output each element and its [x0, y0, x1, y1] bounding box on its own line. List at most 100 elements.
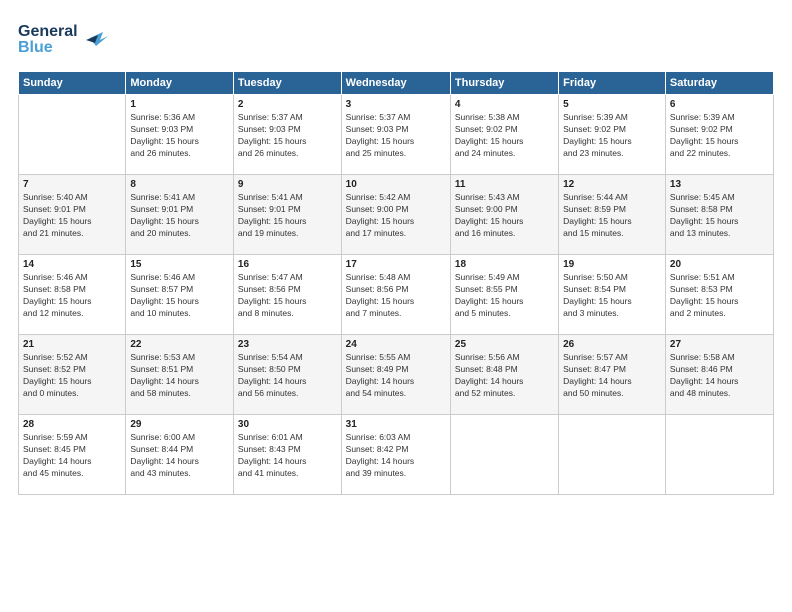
calendar-day-cell: 7 Sunrise: 5:40 AM Sunset: 9:01 PM Daylig… — [19, 175, 126, 255]
day-number: 29 — [130, 419, 229, 430]
calendar-day-cell: 4Sunrise: 5:38 AM Sunset: 9:02 PM Daylig… — [450, 95, 558, 175]
calendar-day-cell: 21 Sunrise: 5:52 AM Sunset: 8:52 PM Dayli… — [19, 335, 126, 415]
day-of-week-header: Saturday — [665, 72, 773, 95]
day-info: Sunrise: 6:01 AM Sunset: 8:43 PM Dayligh… — [238, 432, 337, 480]
day-number: 3 — [346, 99, 446, 110]
day-info: Sunrise: 5:37 AM Sunset: 9:03 PM Dayligh… — [238, 112, 337, 160]
calendar-day-cell: 2 Sunrise: 5:37 AM Sunset: 9:03 PM Daylig… — [233, 95, 341, 175]
day-number: 26 — [563, 339, 661, 350]
calendar-day-cell: 18 Sunrise: 5:49 AM Sunset: 8:55 PM Dayli… — [450, 255, 558, 335]
calendar-day-cell: 23 Sunrise: 5:54 AM Sunset: 8:50 PM Dayli… — [233, 335, 341, 415]
day-info: Sunrise: 5:56 AM Sunset: 8:48 PM Dayligh… — [455, 352, 554, 400]
calendar-week-row: 1 Sunrise: 5:36 AM Sunset: 9:03 PM Daylig… — [19, 95, 774, 175]
day-number: 6 — [670, 99, 769, 110]
day-number: 25 — [455, 339, 554, 350]
day-info: Sunrise: 5:47 AM Sunset: 8:56 PM Dayligh… — [238, 272, 337, 320]
day-info: Sunrise: 5:40 AM Sunset: 9:01 PM Dayligh… — [23, 192, 121, 240]
day-info: Sunrise: 6:00 AM Sunset: 8:44 PM Dayligh… — [130, 432, 229, 480]
calendar-day-cell: 27Sunrise: 5:58 AM Sunset: 8:46 PM Dayli… — [665, 335, 773, 415]
calendar-day-cell: 22 Sunrise: 5:53 AM Sunset: 8:51 PM Dayli… — [126, 335, 234, 415]
day-info: Sunrise: 5:55 AM Sunset: 8:49 PM Dayligh… — [346, 352, 446, 400]
day-info: Sunrise: 5:49 AM Sunset: 8:55 PM Dayligh… — [455, 272, 554, 320]
day-info: Sunrise: 5:57 AM Sunset: 8:47 PM Dayligh… — [563, 352, 661, 400]
day-number: 16 — [238, 259, 337, 270]
calendar-day-cell: 3 Sunrise: 5:37 AM Sunset: 9:03 PM Daylig… — [341, 95, 450, 175]
calendar-day-cell: 28Sunrise: 5:59 AM Sunset: 8:45 PM Dayli… — [19, 415, 126, 495]
day-number: 27 — [670, 339, 769, 350]
calendar-day-cell: 17Sunrise: 5:48 AM Sunset: 8:56 PM Dayli… — [341, 255, 450, 335]
calendar-day-cell: 20 Sunrise: 5:51 AM Sunset: 8:53 PM Dayli… — [665, 255, 773, 335]
day-number: 12 — [563, 179, 661, 190]
logo-text: General Blue — [18, 18, 108, 63]
day-info: Sunrise: 5:41 AM Sunset: 9:01 PM Dayligh… — [130, 192, 229, 240]
calendar-day-cell: 30 Sunrise: 6:01 AM Sunset: 8:43 PM Dayli… — [233, 415, 341, 495]
svg-text:Blue: Blue — [18, 39, 53, 56]
calendar-day-cell: 14Sunrise: 5:46 AM Sunset: 8:58 PM Dayli… — [19, 255, 126, 335]
calendar-day-cell: 8 Sunrise: 5:41 AM Sunset: 9:01 PM Daylig… — [126, 175, 234, 255]
logo: General Blue — [18, 18, 108, 63]
day-info: Sunrise: 5:52 AM Sunset: 8:52 PM Dayligh… — [23, 352, 121, 400]
day-info: Sunrise: 5:36 AM Sunset: 9:03 PM Dayligh… — [130, 112, 229, 160]
day-info: Sunrise: 5:37 AM Sunset: 9:03 PM Dayligh… — [346, 112, 446, 160]
svg-text:General: General — [18, 23, 78, 40]
calendar-day-cell — [665, 415, 773, 495]
calendar-day-cell: 31 Sunrise: 6:03 AM Sunset: 8:42 PM Dayli… — [341, 415, 450, 495]
day-of-week-header: Thursday — [450, 72, 558, 95]
day-number: 10 — [346, 179, 446, 190]
calendar-day-cell: 29 Sunrise: 6:00 AM Sunset: 8:44 PM Dayli… — [126, 415, 234, 495]
calendar-day-cell: 24 Sunrise: 5:55 AM Sunset: 8:49 PM Dayli… — [341, 335, 450, 415]
day-number: 30 — [238, 419, 337, 430]
calendar-day-cell: 11 Sunrise: 5:43 AM Sunset: 9:00 PM Dayli… — [450, 175, 558, 255]
day-info: Sunrise: 5:48 AM Sunset: 8:56 PM Dayligh… — [346, 272, 446, 320]
calendar-container: General Blue SundayMondayTuesdayWednesda… — [0, 0, 792, 612]
day-number: 7 — [23, 179, 121, 190]
day-number: 24 — [346, 339, 446, 350]
day-info: Sunrise: 5:38 AM Sunset: 9:02 PM Dayligh… — [455, 112, 554, 160]
calendar-week-row: 21 Sunrise: 5:52 AM Sunset: 8:52 PM Dayli… — [19, 335, 774, 415]
calendar-week-row: 7 Sunrise: 5:40 AM Sunset: 9:01 PM Daylig… — [19, 175, 774, 255]
calendar-day-cell — [19, 95, 126, 175]
calendar-day-cell: 12 Sunrise: 5:44 AM Sunset: 8:59 PM Dayli… — [559, 175, 666, 255]
day-number: 5 — [563, 99, 661, 110]
day-info: Sunrise: 5:53 AM Sunset: 8:51 PM Dayligh… — [130, 352, 229, 400]
calendar-week-row: 28Sunrise: 5:59 AM Sunset: 8:45 PM Dayli… — [19, 415, 774, 495]
day-info: Sunrise: 5:41 AM Sunset: 9:01 PM Dayligh… — [238, 192, 337, 240]
header: General Blue — [18, 18, 774, 63]
calendar-day-cell: 10 Sunrise: 5:42 AM Sunset: 9:00 PM Dayli… — [341, 175, 450, 255]
day-number: 22 — [130, 339, 229, 350]
calendar-header-row: SundayMondayTuesdayWednesdayThursdayFrid… — [19, 72, 774, 95]
day-info: Sunrise: 5:42 AM Sunset: 9:00 PM Dayligh… — [346, 192, 446, 240]
day-number: 21 — [23, 339, 121, 350]
day-number: 31 — [346, 419, 446, 430]
calendar-day-cell: 5Sunrise: 5:39 AM Sunset: 9:02 PM Daylig… — [559, 95, 666, 175]
day-number: 18 — [455, 259, 554, 270]
day-number: 13 — [670, 179, 769, 190]
day-info: Sunrise: 5:43 AM Sunset: 9:00 PM Dayligh… — [455, 192, 554, 240]
day-number: 28 — [23, 419, 121, 430]
calendar-day-cell: 15Sunrise: 5:46 AM Sunset: 8:57 PM Dayli… — [126, 255, 234, 335]
day-number: 20 — [670, 259, 769, 270]
day-info: Sunrise: 5:54 AM Sunset: 8:50 PM Dayligh… — [238, 352, 337, 400]
calendar-week-row: 14Sunrise: 5:46 AM Sunset: 8:58 PM Dayli… — [19, 255, 774, 335]
calendar-day-cell — [559, 415, 666, 495]
day-info: Sunrise: 6:03 AM Sunset: 8:42 PM Dayligh… — [346, 432, 446, 480]
day-info: Sunrise: 5:50 AM Sunset: 8:54 PM Dayligh… — [563, 272, 661, 320]
day-of-week-header: Monday — [126, 72, 234, 95]
calendar-day-cell: 25 Sunrise: 5:56 AM Sunset: 8:48 PM Dayli… — [450, 335, 558, 415]
day-info: Sunrise: 5:44 AM Sunset: 8:59 PM Dayligh… — [563, 192, 661, 240]
day-number: 11 — [455, 179, 554, 190]
calendar-day-cell: 9 Sunrise: 5:41 AM Sunset: 9:01 PM Daylig… — [233, 175, 341, 255]
day-number: 8 — [130, 179, 229, 190]
day-of-week-header: Friday — [559, 72, 666, 95]
day-number: 15 — [130, 259, 229, 270]
day-info: Sunrise: 5:46 AM Sunset: 8:58 PM Dayligh… — [23, 272, 121, 320]
calendar-day-cell: 16 Sunrise: 5:47 AM Sunset: 8:56 PM Dayli… — [233, 255, 341, 335]
calendar-day-cell — [450, 415, 558, 495]
day-info: Sunrise: 5:51 AM Sunset: 8:53 PM Dayligh… — [670, 272, 769, 320]
day-number: 9 — [238, 179, 337, 190]
calendar-table: SundayMondayTuesdayWednesdayThursdayFrid… — [18, 71, 774, 495]
day-number: 1 — [130, 99, 229, 110]
day-number: 2 — [238, 99, 337, 110]
day-number: 23 — [238, 339, 337, 350]
day-of-week-header: Wednesday — [341, 72, 450, 95]
